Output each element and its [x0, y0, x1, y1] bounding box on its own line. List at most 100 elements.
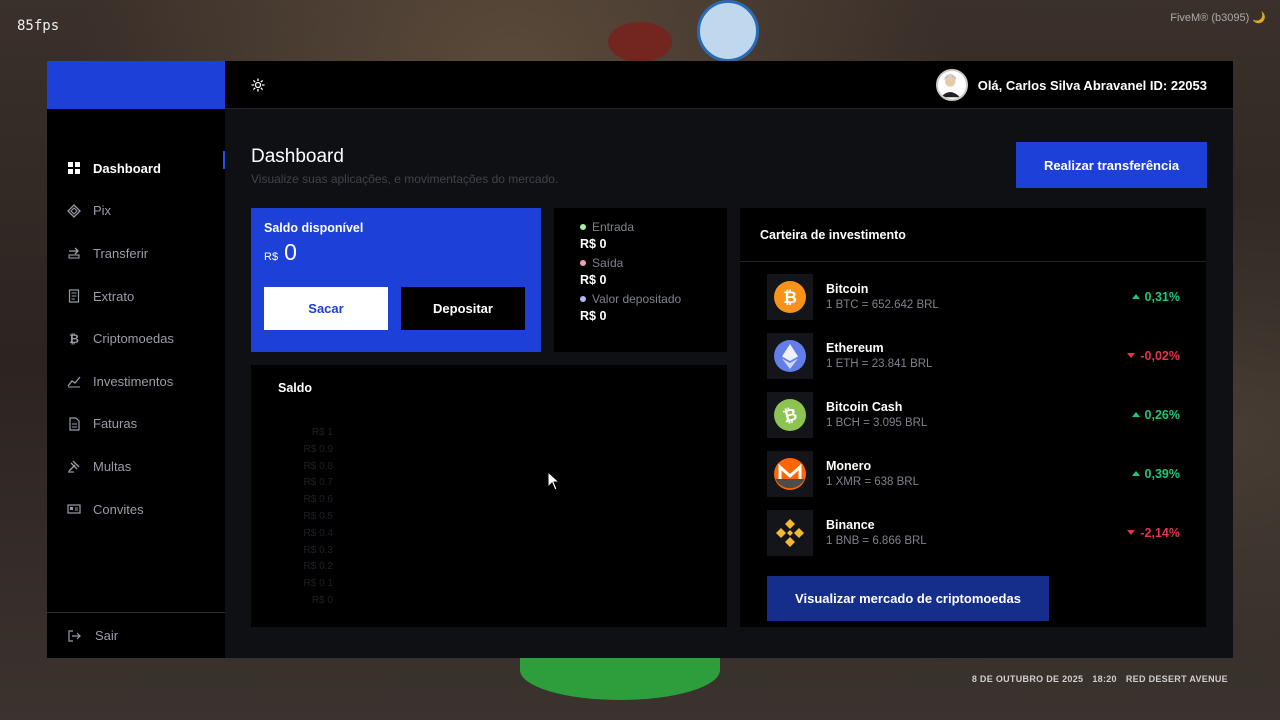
background-logo: [608, 22, 672, 62]
chart-line-icon: [67, 374, 81, 388]
coin-rate: 1 XMR = 638 BRL: [826, 476, 920, 488]
sidebar-item-faturas[interactable]: Faturas: [47, 403, 225, 446]
sidebar-item-label: Transferir: [93, 245, 149, 261]
page-title: Dashboard: [251, 146, 344, 167]
arrow-up-icon: [1131, 471, 1140, 476]
sidebar-item-convites[interactable]: Convites: [47, 488, 225, 531]
sidebar-item-label: Multas: [93, 458, 132, 474]
sidebar-item-extrato[interactable]: Extrato: [47, 275, 225, 318]
sidebar-item-label: Dashboard: [93, 160, 161, 176]
background-badge: [697, 0, 759, 62]
coin-rate: 1 BTC = 652.642 BRL: [826, 299, 939, 311]
deposito-dot-icon: [580, 296, 586, 302]
user-profile[interactable]: Olá, Carlos Silva Abravanel ID: 22053: [935, 69, 1207, 101]
view-crypto-market-button[interactable]: Visualizar mercado de criptomoedas: [767, 576, 1049, 621]
logout-icon: [67, 629, 81, 643]
svg-text:₿: ₿: [783, 288, 797, 308]
fivem-build-label: FiveM® (b3095) 🌙: [1170, 12, 1266, 24]
chart-y-axis: R$ 1 R$ 0.9 R$ 0.8 R$ 0.7 R$ 0.6 R$ 0.5 …: [273, 427, 333, 612]
deposit-button[interactable]: Depositar: [401, 287, 525, 330]
sidebar-item-investimentos[interactable]: Investimentos: [47, 360, 225, 403]
coin-info: Ethereum 1 ETH = 23.841 BRL: [826, 341, 932, 370]
cashflow-card: Entrada R$ 0 Saída R$ 0 Valor depositado…: [554, 208, 727, 352]
gear-icon[interactable]: [251, 78, 265, 92]
transfer-button[interactable]: Realizar transferência: [1016, 142, 1207, 188]
coin-name: Bitcoin: [826, 282, 869, 296]
flow-deposito: Valor depositado R$ 0: [580, 292, 701, 323]
hud-time: 18:20: [1092, 674, 1117, 684]
saida-dot-icon: [580, 260, 586, 266]
investment-wallet-card: Carteira de investimento ₿ Bitcoin 1 BTC…: [740, 208, 1206, 627]
coin-row-binance[interactable]: Binance 1 BNB = 6.866 BRL -2,14%: [740, 503, 1206, 562]
page-subtitle: Visualize suas aplicações, e movimentaçõ…: [251, 172, 559, 186]
monero-icon: [767, 450, 813, 497]
y-tick: R$ 0.1: [303, 578, 333, 590]
coin-list: ₿ Bitcoin 1 BTC = 652.642 BRL 0,31% Ethe…: [740, 262, 1206, 562]
bank-app-window: Dashboard Pix Transferir Extrato ₿ Cript…: [47, 61, 1233, 658]
sidebar: Dashboard Pix Transferir Extrato ₿ Cript…: [47, 61, 225, 658]
hud-date: 8 DE OUTUBRO DE 2025: [971, 674, 1084, 684]
y-tick: R$ 0.8: [303, 460, 333, 472]
user-greeting: Olá, Carlos Silva Abravanel ID: 22053: [977, 77, 1207, 93]
coin-row-bitcoin-cash[interactable]: ₿ Bitcoin Cash 1 BCH = 3.095 BRL 0,26%: [740, 385, 1206, 444]
coin-info: Binance 1 BNB = 6.866 BRL: [826, 518, 927, 547]
sidebar-item-transferir[interactable]: Transferir: [47, 232, 225, 275]
arrow-down-icon: [1127, 530, 1136, 535]
sidebar-nav: Dashboard Pix Transferir Extrato ₿ Cript…: [47, 147, 225, 530]
coin-rate: 1 BCH = 3.095 BRL: [826, 417, 928, 429]
coin-name: Bitcoin Cash: [826, 400, 903, 414]
ethereum-icon: [767, 332, 813, 379]
y-tick: R$ 0.9: [303, 443, 333, 455]
sidebar-item-label: Criptomoedas: [93, 331, 174, 347]
chart-title: Saldo: [278, 381, 313, 395]
coin-row-monero[interactable]: Monero 1 XMR = 638 BRL 0,39%: [740, 444, 1206, 503]
avatar: [935, 69, 968, 101]
arrow-up-icon: [1131, 412, 1140, 417]
sidebar-item-label: Investimentos: [93, 373, 174, 389]
y-tick: R$ 0: [311, 594, 333, 606]
entrada-dot-icon: [580, 224, 586, 230]
coin-row-ethereum[interactable]: Ethereum 1 ETH = 23.841 BRL -0,02%: [740, 326, 1206, 385]
sidebar-item-multas[interactable]: Multas: [47, 445, 225, 488]
flow-entrada: Entrada R$ 0: [580, 220, 701, 251]
coin-name: Binance: [826, 518, 875, 532]
sidebar-item-label: Extrato: [93, 288, 135, 304]
coin-row-bitcoin[interactable]: ₿ Bitcoin 1 BTC = 652.642 BRL 0,31%: [740, 267, 1206, 326]
balance-card: Saldo disponível R$ 0 Sacar Depositar: [251, 208, 541, 352]
balance-value: 0: [284, 239, 297, 265]
y-tick: R$ 1: [311, 427, 333, 438]
y-tick: R$ 0.6: [303, 494, 333, 506]
withdraw-button[interactable]: Sacar: [264, 287, 388, 330]
balance-currency: R$: [264, 251, 279, 263]
y-tick: R$ 0.2: [303, 561, 333, 573]
coin-change: -2,14%: [1127, 526, 1180, 540]
arrow-down-icon: [1127, 353, 1136, 358]
coin-change-value: 0,26%: [1144, 407, 1180, 422]
flow-saida-label-row: Saída: [580, 256, 701, 270]
coin-change: 0,31%: [1131, 289, 1180, 304]
coin-name: Ethereum: [826, 341, 884, 355]
sidebar-item-dashboard[interactable]: Dashboard: [47, 147, 225, 190]
sidebar-item-label: Convites: [93, 501, 144, 517]
coin-info: Bitcoin 1 BTC = 652.642 BRL: [826, 282, 939, 311]
coin-info: Bitcoin Cash 1 BCH = 3.095 BRL: [826, 400, 927, 429]
sidebar-item-criptomoedas[interactable]: ₿ Criptomoedas: [47, 317, 225, 360]
main-content: Dashboard Visualize suas aplicações, e m…: [225, 109, 1233, 658]
y-tick: R$ 0.7: [303, 477, 333, 489]
card-icon: [67, 502, 81, 516]
coin-change-value: 0,31%: [1144, 289, 1180, 304]
coin-change: -0,02%: [1127, 349, 1180, 363]
hud-street: RED DESERT AVENUE: [1125, 674, 1228, 684]
coin-change-value: 0,39%: [1144, 466, 1180, 481]
bitcoin-icon: ₿: [767, 273, 813, 320]
flow-deposito-value: R$ 0: [580, 309, 607, 323]
coin-change-value: -2,14%: [1140, 525, 1180, 540]
flow-deposito-label-row: Valor depositado: [580, 292, 701, 306]
balance-title: Saldo disponível: [264, 221, 364, 235]
arrow-up-icon: [1131, 294, 1140, 299]
transfer-icon: [67, 246, 81, 260]
statement-icon: [67, 289, 81, 303]
sidebar-item-pix[interactable]: Pix: [47, 190, 225, 233]
logout-button[interactable]: Sair: [47, 612, 225, 658]
coin-change-value: -0,02%: [1140, 348, 1180, 363]
